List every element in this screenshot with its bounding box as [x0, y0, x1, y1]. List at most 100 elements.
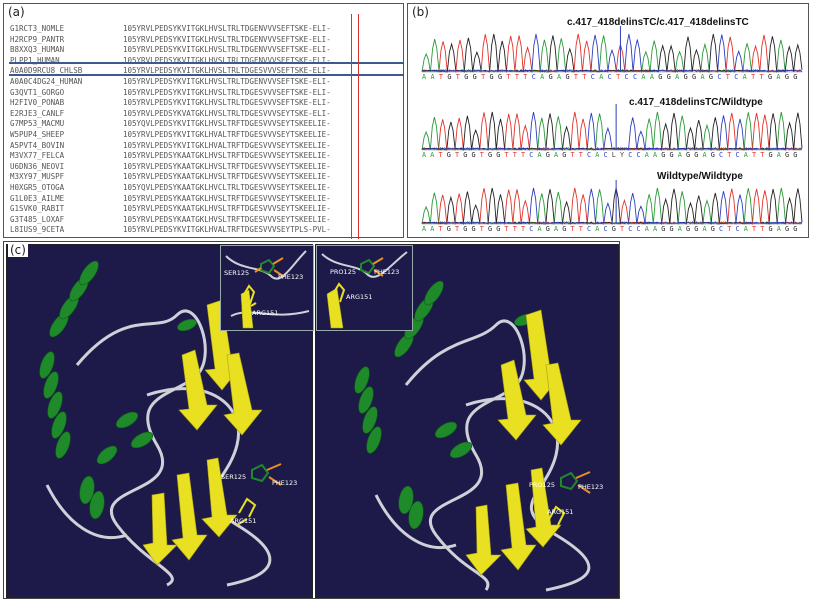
- base-call: T: [751, 73, 756, 81]
- base-call: T: [506, 73, 511, 81]
- structure-mutant: SER125 PHE123 ARG151 SER125 PHE123 ARG15…: [6, 244, 314, 598]
- base-call: A: [422, 225, 427, 233]
- base-call: T: [521, 151, 526, 159]
- alignment-row: G1RCT3_NOMLE 105YRVLPEDSYKVITGKLHVSLTRLTD…: [10, 24, 331, 34]
- sequence-residues: 105YRVLPEDSYKVITGKLHVSLTRLTDGESVVVSEFTSK…: [123, 98, 331, 108]
- sequence-residues: 105YRVLPEDSYKVITGKLHVALTRFTDGESVVVSEYTSK…: [123, 140, 331, 150]
- alignment-row: A0A0C4DG24_HUMAN 105YRVLPEDSYKVITGKLHVSLT…: [10, 77, 331, 87]
- base-call: T: [616, 73, 621, 81]
- base-call: G: [710, 151, 715, 159]
- base-call: G: [793, 225, 798, 233]
- sequence-id: G1SVK0_RABIT: [10, 204, 65, 214]
- alignment-row: A5PVT4_BOVIN 105YRVLPEDSYKVITGKLHVALTRFTD…: [10, 141, 331, 151]
- base-call: G: [447, 73, 452, 81]
- base-call: C: [587, 225, 592, 233]
- sequence-id: G3QVT1_GORGO: [10, 87, 65, 97]
- chromatogram-traces: [421, 26, 803, 225]
- base-call: G: [464, 73, 469, 81]
- base-call: C: [590, 73, 595, 81]
- base-call: A: [422, 151, 427, 159]
- base-call: G: [496, 225, 501, 233]
- base-call: A: [599, 73, 604, 81]
- base-call: G: [768, 151, 773, 159]
- base-call: T: [752, 225, 757, 233]
- sequence-residues: 105YRVLPEDSYKVITGKLHVSLTRLTDGENVVVSEFTSK…: [123, 24, 331, 33]
- highlight-band-human: [9, 62, 404, 76]
- sequence-id: L8IUS9_9CETA: [10, 225, 65, 235]
- alignment-row: H2RCP9_PANTR 105YRVLPEDSYKVITGKLHVSLTRLTD…: [10, 35, 331, 45]
- base-call: G: [446, 225, 451, 233]
- base-call: T: [759, 73, 764, 81]
- base-call: T: [573, 73, 578, 81]
- alignment-row: U6DN36_NEOVI 105YRVLPEDSYKAATGKLHVSLTRFTD…: [10, 162, 331, 172]
- base-call: T: [725, 73, 730, 81]
- base-call: G: [471, 151, 476, 159]
- red-column-left: [351, 14, 352, 239]
- trace-a: [421, 35, 803, 73]
- base-call: A: [644, 225, 649, 233]
- base-call: A: [743, 225, 748, 233]
- inset-mutant-sticks: [225, 250, 310, 329]
- base-call: G: [661, 225, 666, 233]
- sequence-id: A0A0C4DG24_HUMAN: [10, 77, 83, 86]
- alignment-row: W5PUP4_SHEEP 105YRVLPEDSYKVITGKLHVALTRFTD…: [10, 130, 331, 140]
- base-call: A: [595, 151, 600, 159]
- base-call: C: [607, 73, 612, 81]
- base-call: A: [776, 73, 781, 81]
- base-call: T: [727, 225, 732, 233]
- sequence-residues: 105YRVLPEDSYKAATGKLHVSLTRFTDGESVVVSEYTSK…: [123, 214, 331, 224]
- label-ser125-inset: SER125: [224, 269, 250, 277]
- base-call: T: [481, 73, 486, 81]
- alignment-row: M3XY97_MUSPF 105YRVLPEDSYKAATGKLHVSLTRFTD…: [10, 172, 331, 182]
- base-call: A: [742, 73, 747, 81]
- alignment-row: H2FIV0_PONAB 105YRVLPEDSYKVITGKLHVSLTRLTD…: [10, 98, 331, 108]
- sequence-id: G7MP53_MACMU: [10, 119, 65, 129]
- label-arg151-main-wt: ARG151: [547, 508, 574, 516]
- sequence-id: H2RCP9_PANTR: [10, 34, 65, 44]
- sequence-residues: 105YRVLPEDSYKVITGKLHVALTRFTDGESVVVSEYTPL…: [123, 225, 331, 235]
- base-call: A: [677, 225, 682, 233]
- label-phe123-inset-wt: PHE123: [374, 268, 400, 276]
- base-call: G: [548, 73, 553, 81]
- alignment-row: G3QVT1_GORGO 105YRVLPEDSYKVITGKLHVSLTRLTD…: [10, 88, 331, 98]
- base-call: T: [455, 225, 460, 233]
- label-pro125-inset: PRO125: [330, 268, 356, 276]
- base-call: C: [529, 225, 534, 233]
- alignment-row: G1SVK0_RABIT 105YRVLPEDSYKAATGKLHVSLTRFTD…: [10, 204, 331, 214]
- base-call: T: [570, 151, 575, 159]
- base-call: C: [636, 151, 641, 159]
- panel-c-protein-structures: SER125 PHE123 ARG151 SER125 PHE123 ARG15…: [3, 241, 620, 599]
- sequence-id: A5PVT4_BOVIN: [10, 140, 65, 150]
- base-call: A: [644, 151, 649, 159]
- base-calls-homozygous: AATGTGGTGGTTTCAGAGTTCACTCCAAGGAGGAGCTCAT…: [422, 73, 802, 81]
- base-call: A: [743, 151, 748, 159]
- sequence-residues: 105YRVLPEDSYKAATGKLHVSLTRFTDGESVVVSEYTSK…: [123, 161, 331, 171]
- base-call: A: [702, 151, 707, 159]
- sequence-residues: 105YRVLPEDSYKAATGKLHVSLTRFTDGESVVVSEYTSK…: [123, 172, 331, 182]
- base-call: A: [537, 151, 542, 159]
- label-phe123-inset: PHE123: [278, 273, 304, 281]
- base-call: C: [717, 73, 722, 81]
- sequence-id: B8XXQ3_HUMAN: [10, 45, 65, 55]
- sequence-residues: 105YRVLPEDSYKAATGKLHVSLTRFTDGESVVVSEYTSK…: [123, 151, 331, 161]
- label-phe123-main-wt: PHE123: [578, 483, 604, 491]
- base-call: L: [611, 151, 616, 159]
- base-call: T: [727, 151, 732, 159]
- base-call: T: [438, 151, 443, 159]
- sequence-residues: 105YRVLPEDSYKVITGKLHVALTRFTDGESVVVSEYTSK…: [123, 130, 331, 139]
- alignment-row: L8IUS9_9CETA 105YRVLPEDSYKVITGKLHVALTRFTD…: [10, 225, 331, 235]
- sequence-residues: 105YQVLPEDSYKAATGKLHVCLTRLTDGESVVVSEYTSK…: [123, 183, 331, 192]
- sequence-residues: 105YRVLPEDSYKVITGKLHVSLTRLTDGENVVVSEFTSK…: [123, 45, 331, 55]
- base-call: T: [578, 225, 583, 233]
- base-call: G: [784, 73, 789, 81]
- base-call: G: [793, 151, 798, 159]
- sequence-residues: 105YRVLPEDSYKAATGKLHVSLTRFTDGESVVVSEYTSK…: [123, 204, 331, 214]
- alignment-row: G1L0E3_AILME 105YRVLPEDSYKAATGKLHVSLTRFTD…: [10, 194, 331, 204]
- red-column-right: [358, 14, 359, 239]
- alignment-row: B8XXQ3_HUMAN 105YRVLPEDSYKVITGKLHVSLTRLTD…: [10, 45, 331, 55]
- base-call: C: [603, 225, 608, 233]
- sequence-residues: 105YRVLPEDSYKVITGKLHVSLTRLTDGESVVVSEFTSK…: [123, 87, 331, 97]
- base-call: T: [760, 151, 765, 159]
- base-call: T: [438, 225, 443, 233]
- base-call: G: [463, 225, 468, 233]
